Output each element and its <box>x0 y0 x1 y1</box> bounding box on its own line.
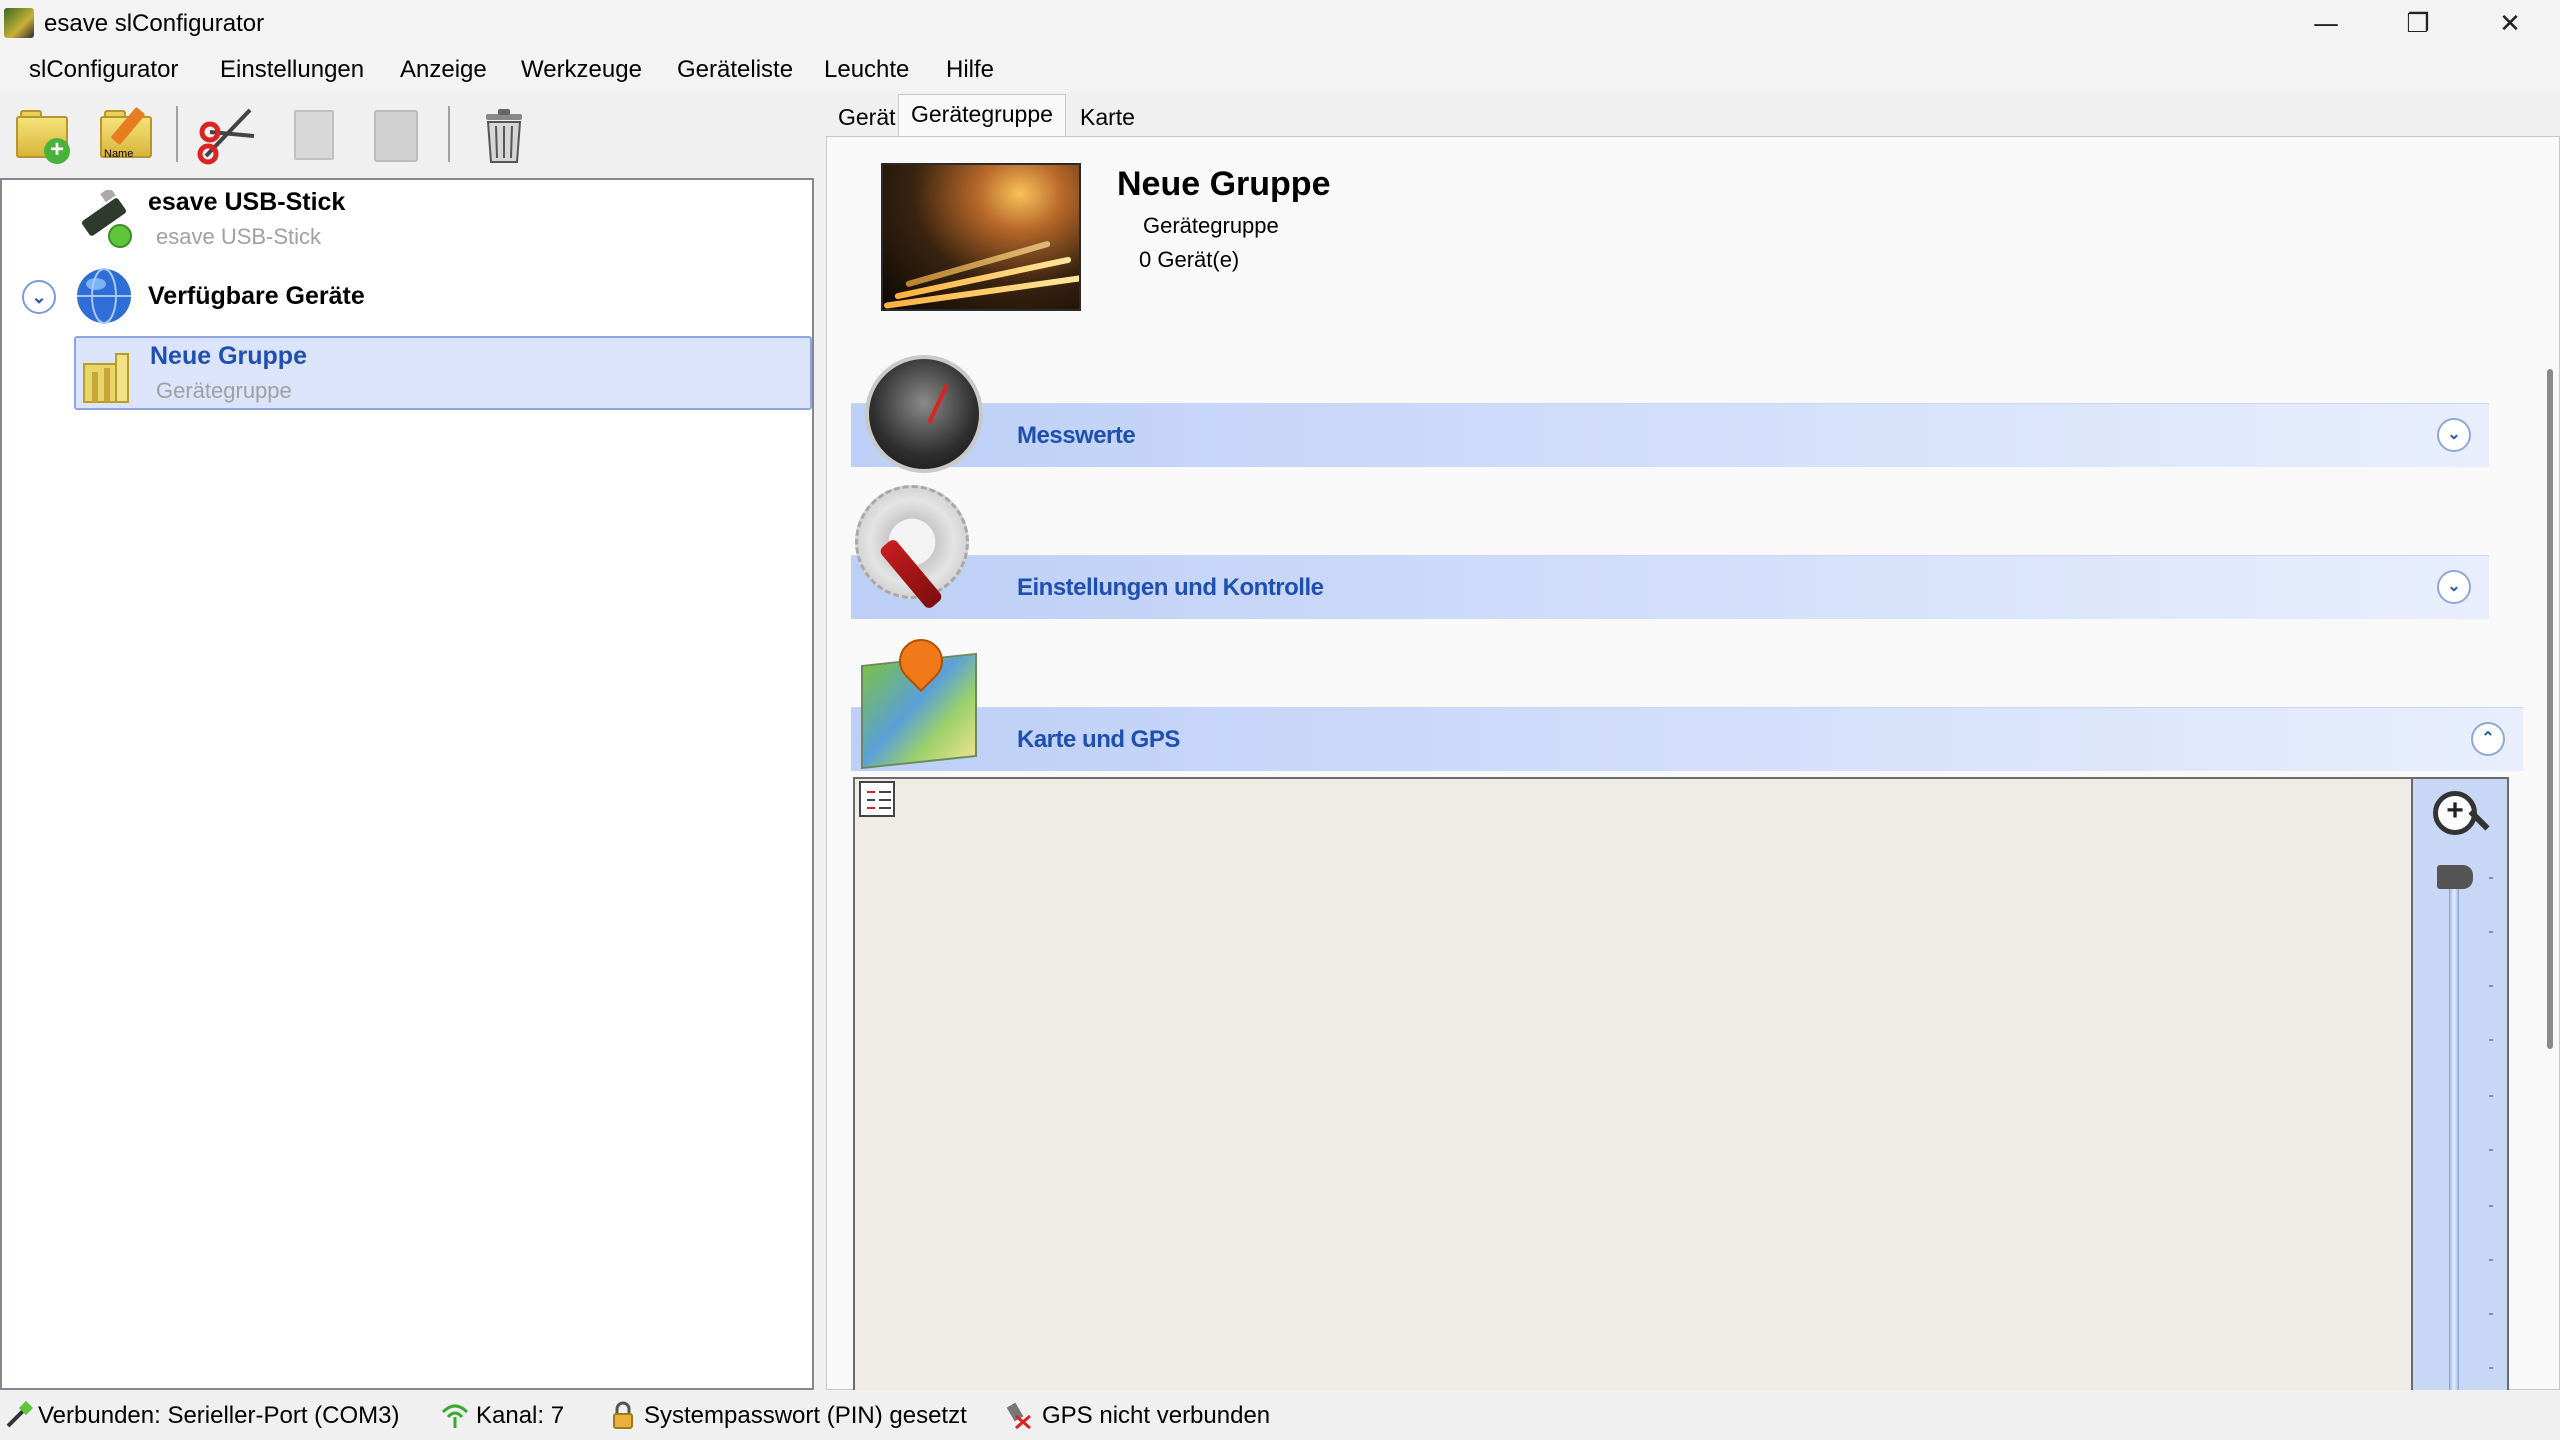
menu-geraeteliste[interactable]: Geräteliste <box>677 56 793 84</box>
trash-icon <box>486 109 522 163</box>
gauge-icon <box>851 347 983 473</box>
vertical-scrollbar[interactable] <box>2547 369 2553 1049</box>
section-einstellungen[interactable]: Einstellungen und Kontrolle ⌄ <box>851 555 2489 619</box>
title-bar: esave slConfigurator — ❐ ✕ <box>0 0 2560 48</box>
neue-gruppe-title: Neue Gruppe <box>150 342 307 370</box>
neue-gruppe-subtitle: Gerätegruppe <box>156 378 292 403</box>
map-view[interactable]: + <box>853 777 2509 1393</box>
device-group-icon <box>83 353 129 403</box>
group-photo <box>881 163 1081 311</box>
menu-anzeige[interactable]: Anzeige <box>400 56 487 84</box>
zoom-slider[interactable] <box>2449 879 2459 1393</box>
window-title: esave slConfigurator <box>44 10 265 37</box>
copy-icon <box>294 110 334 160</box>
connection-plug-icon <box>6 1400 34 1428</box>
expand-available-devices-icon[interactable]: ⌄ <box>22 280 56 314</box>
app-icon <box>4 8 34 38</box>
tree-node-usb-stick[interactable]: esave USB-Stick esave USB-Stick <box>2 180 812 260</box>
expand-messwerte-icon[interactable]: ⌄ <box>2437 418 2471 452</box>
menu-slconfigurator[interactable]: slConfigurator <box>29 56 178 84</box>
copy-button[interactable] <box>282 102 346 166</box>
new-group-button[interactable]: + <box>10 102 74 166</box>
usb-stick-subtitle: esave USB-Stick <box>156 224 322 249</box>
section-karte-gps-label: Karte und GPS <box>1017 726 1180 753</box>
group-title: Neue Gruppe <box>1117 165 1331 203</box>
tree-node-available-devices[interactable]: ⌄ Verfügbare Geräte <box>2 262 812 332</box>
layer-list-icon[interactable] <box>859 781 895 817</box>
section-einstellungen-label: Einstellungen und Kontrolle <box>1017 574 1324 601</box>
menu-einstellungen[interactable]: Einstellungen <box>220 56 364 84</box>
status-bar: Verbunden: Serieller-Port (COM3) Kanal: … <box>0 1390 2560 1440</box>
section-messwerte-label: Messwerte <box>1017 422 1136 449</box>
section-karte-gps[interactable]: Karte und GPS ⌃ <box>851 707 2523 771</box>
lock-icon <box>613 1401 633 1429</box>
minimize-button[interactable]: — <box>2280 0 2372 48</box>
zoom-slider-thumb[interactable] <box>2437 865 2473 889</box>
section-messwerte[interactable]: Messwerte ⌄ <box>851 403 2489 467</box>
menu-hilfe[interactable]: Hilfe <box>946 56 994 84</box>
signal-icon <box>441 1404 469 1428</box>
toolbar-separator <box>176 106 178 162</box>
usb-stick-icon <box>81 190 132 248</box>
gear-screwdriver-icon <box>841 485 969 611</box>
rename-button[interactable]: Name <box>94 102 158 166</box>
collapse-karte-gps-icon[interactable]: ⌃ <box>2471 722 2505 756</box>
globe-icon <box>77 268 131 324</box>
status-password: Systempasswort (PIN) gesetzt <box>644 1402 967 1429</box>
available-devices-title: Verfügbare Geräte <box>148 282 365 310</box>
expand-einstellungen-icon[interactable]: ⌄ <box>2437 570 2471 604</box>
paste-button[interactable] <box>364 102 428 166</box>
cut-button[interactable] <box>196 102 260 166</box>
tab-geraet[interactable]: Gerät <box>826 98 908 138</box>
group-device-count: 0 Gerät(e) <box>1139 247 1240 272</box>
add-icon: + <box>44 138 70 164</box>
delete-button[interactable] <box>470 102 534 166</box>
map-pin-icon <box>843 629 977 773</box>
status-channel: Kanal: 7 <box>476 1402 565 1429</box>
device-tree: esave USB-Stick esave USB-Stick ⌄ Verfüg… <box>0 178 814 1390</box>
gps-disconnected-icon <box>1006 1402 1031 1430</box>
menu-bar: slConfigurator Einstellungen Anzeige Wer… <box>0 48 2560 92</box>
rename-tag: Name <box>104 148 134 160</box>
menu-leuchte[interactable]: Leuchte <box>824 56 909 84</box>
menu-werkzeuge[interactable]: Werkzeuge <box>521 56 642 84</box>
group-type: Gerätegruppe <box>1143 213 1279 238</box>
close-button[interactable]: ✕ <box>2464 0 2556 48</box>
tree-node-neue-gruppe[interactable]: Neue Gruppe Gerätegruppe <box>74 336 812 410</box>
paste-icon <box>374 110 418 162</box>
group-details-panel: Neue Gruppe Gerätegruppe 0 Gerät(e) Mess… <box>826 136 2560 1393</box>
status-gps: GPS nicht verbunden <box>1042 1402 1271 1429</box>
status-connection: Verbunden: Serieller-Port (COM3) <box>38 1402 400 1429</box>
scissors-icon <box>197 108 255 165</box>
usb-stick-title: esave USB-Stick <box>148 188 346 216</box>
toolbar: + Name <box>0 92 820 176</box>
toolbar-separator <box>448 106 450 162</box>
maximize-button[interactable]: ❐ <box>2372 0 2464 48</box>
tab-karte[interactable]: Karte <box>1068 98 1147 138</box>
zoom-control: + <box>2411 779 2507 1393</box>
tab-geraetegruppe[interactable]: Gerätegruppe <box>898 94 1066 138</box>
